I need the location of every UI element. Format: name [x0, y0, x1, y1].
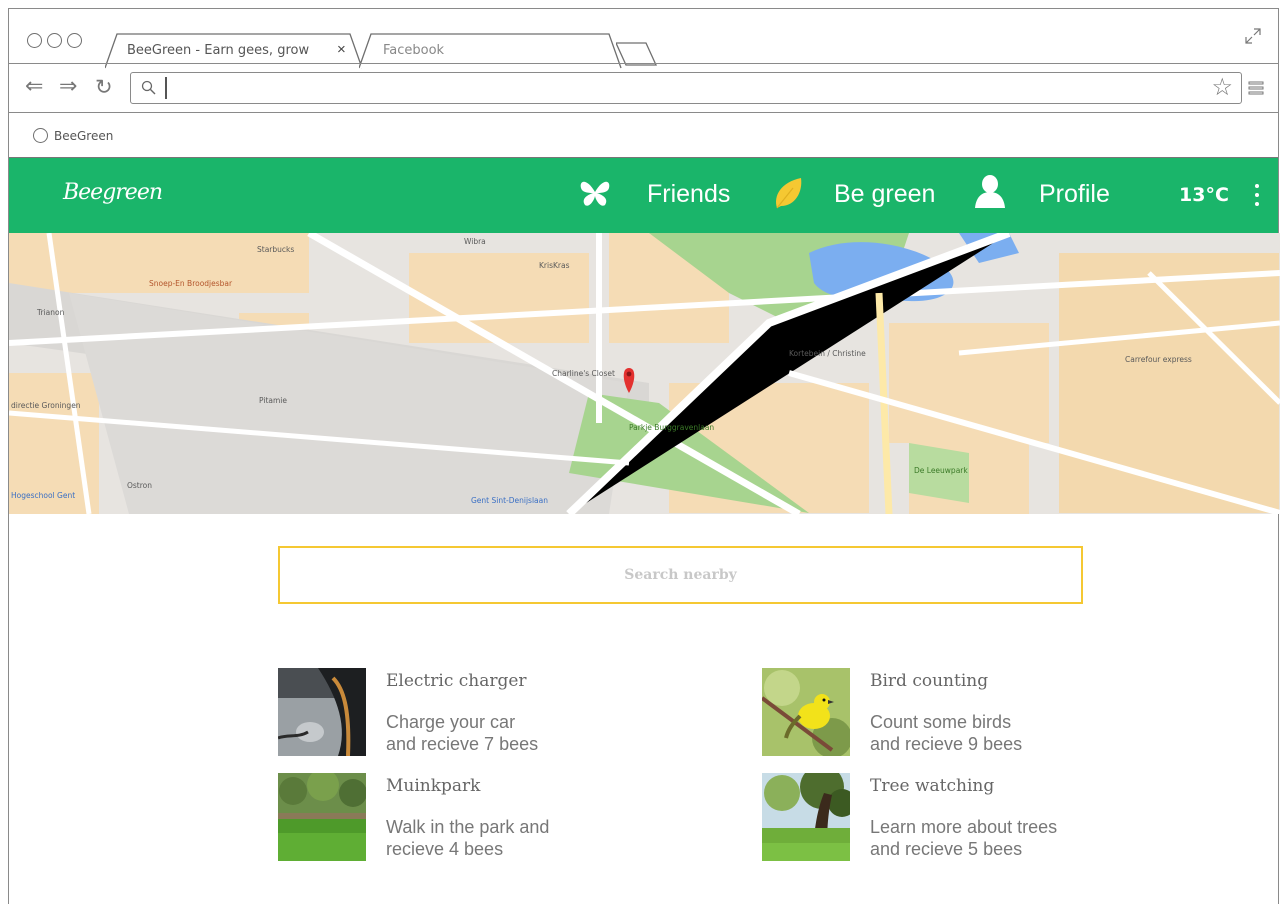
map-label: Trianon — [37, 308, 65, 317]
activity-title: Bird counting — [870, 671, 989, 691]
back-arrow-icon[interactable]: ⇐ — [25, 76, 43, 98]
activity-description: Walk in the park and recieve 4 bees — [386, 816, 549, 860]
map-label: Gent Sint-Denijslaan — [471, 496, 548, 505]
map-label: Kortebein / Christine — [789, 349, 866, 358]
activity-description: Learn more about trees and recieve 5 bee… — [870, 816, 1057, 860]
activity-description: Count some birds and recieve 9 bees — [870, 711, 1022, 755]
activity-line: and recieve 5 bees — [870, 839, 1023, 859]
leaf-icon[interactable] — [771, 174, 805, 212]
activity-line: Learn more about trees — [870, 817, 1058, 837]
window-minimize-dot[interactable] — [47, 33, 62, 48]
activity-bird-counting[interactable]: Bird counting Count some birds and recie… — [762, 668, 1162, 758]
activity-image — [278, 773, 366, 861]
map-label: Parkje Burggravenlaan — [629, 423, 715, 432]
nav-be-green[interactable]: Be green — [834, 180, 935, 209]
activity-image — [762, 773, 850, 861]
map-label: Snoep-En Broodjesbar — [149, 279, 233, 288]
activity-line: Count some birds — [870, 712, 1012, 732]
map-view[interactable]: Starbucks Wibra KrisKras Snoep-En Broodj… — [9, 233, 1280, 514]
activity-electric-charger[interactable]: Electric charger Charge your car and rec… — [278, 668, 678, 758]
nav-profile[interactable]: Profile — [1039, 180, 1110, 209]
user-icon[interactable] — [973, 174, 1007, 210]
activity-image — [278, 668, 366, 756]
activity-title: Electric charger — [386, 671, 527, 691]
search-nearby-box[interactable] — [278, 546, 1083, 604]
map-label: Carrefour express — [1125, 355, 1192, 364]
map-label: Hogeschool Gent — [11, 491, 76, 500]
app-header: Beegreen Friends Be green Profile 13°C — [9, 157, 1278, 233]
activity-line: and recieve 7 bees — [386, 734, 539, 754]
tab-title: Facebook — [383, 43, 445, 58]
text-cursor — [165, 77, 167, 99]
temperature-readout: 13°C — [1179, 184, 1229, 206]
nav-friends[interactable]: Friends — [647, 180, 730, 209]
tab-close-icon[interactable]: × — [337, 41, 346, 58]
map-label: Wibra — [464, 237, 486, 246]
activity-description: Charge your car and recieve 7 bees — [386, 711, 538, 755]
bookmark-favicon-icon — [33, 128, 48, 143]
forward-arrow-icon[interactable]: ⇒ — [59, 76, 77, 98]
search-icon — [141, 80, 156, 95]
butterfly-icon[interactable] — [577, 174, 613, 210]
address-bar-row: ⇐ ⇒ ↻ ☆ — [9, 63, 1278, 113]
map-label: De Leeuwpark — [914, 466, 968, 475]
map-label: Starbucks — [257, 245, 295, 254]
bookmarks-bar: BeeGreen — [9, 113, 1278, 157]
map-label: Ostron — [127, 481, 153, 490]
activity-image — [762, 668, 850, 756]
search-nearby-input[interactable] — [280, 548, 1081, 602]
fullscreen-icon[interactable] — [1244, 27, 1262, 45]
map-label: Pitamie — [259, 396, 287, 405]
browser-window: BeeGreen - Earn gees, grow × Facebook ⇐ … — [8, 8, 1280, 904]
tab-title: BeeGreen - Earn gees, grow — [127, 43, 310, 58]
bookmark-beegreen[interactable]: BeeGreen — [54, 129, 113, 143]
window-zoom-dot[interactable] — [67, 33, 82, 48]
activity-line: Walk in the park and — [386, 817, 550, 837]
reload-icon[interactable]: ↻ — [95, 76, 113, 98]
activity-title: Tree watching — [870, 776, 995, 796]
map-tiles — [9, 233, 1280, 514]
tab-bar: BeeGreen - Earn gees, grow × Facebook — [9, 9, 1278, 69]
bookmark-star-icon[interactable]: ☆ — [1211, 74, 1233, 102]
window-close-dot[interactable] — [27, 33, 42, 48]
map-label: Charline's Closet — [552, 369, 615, 378]
activity-title: Muinkpark — [386, 776, 481, 796]
browser-menu-icon[interactable] — [1248, 80, 1264, 96]
app-logo[interactable]: Beegreen — [63, 180, 163, 205]
activity-tree-watching[interactable]: Tree watching Learn more about trees and… — [762, 773, 1162, 863]
activity-line: recieve 4 bees — [386, 839, 504, 859]
map-label: directie Groningen — [11, 401, 81, 410]
activity-muinkpark[interactable]: Muinkpark Walk in the park and recieve 4… — [278, 773, 678, 863]
more-options-icon[interactable] — [1255, 184, 1260, 210]
map-label: KrisKras — [539, 261, 570, 270]
url-field[interactable]: ☆ — [130, 72, 1242, 104]
activity-line: and recieve 9 bees — [870, 734, 1023, 754]
activity-line: Charge your car — [386, 712, 516, 732]
